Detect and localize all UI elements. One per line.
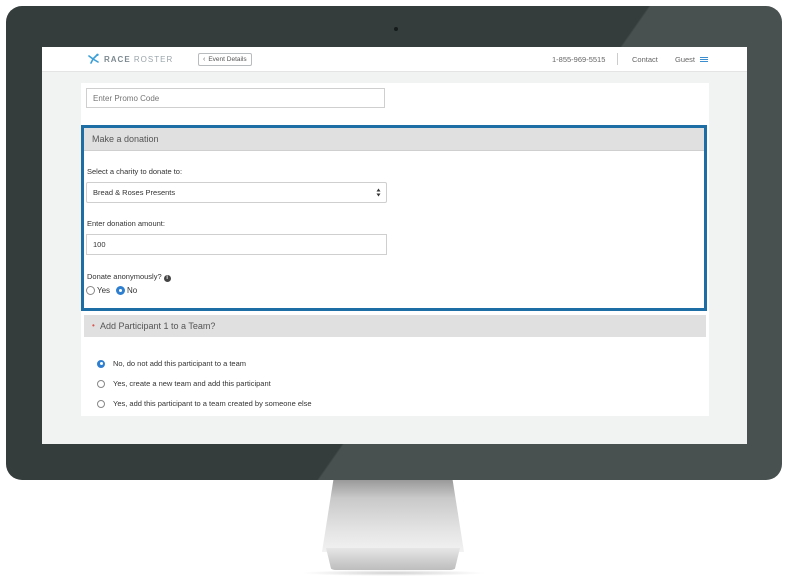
promo-code-input[interactable]: [86, 88, 385, 108]
guest-label: Guest: [675, 55, 696, 64]
charity-label: Select a charity to donate to:: [87, 167, 183, 176]
anonymous-label-row: Donate anonymously? i: [87, 272, 171, 282]
radio-yes-label: Yes: [97, 286, 111, 295]
donation-amount-input[interactable]: 100: [86, 234, 387, 255]
radio-no-label: No: [127, 286, 138, 295]
charity-selected-value: Bread & Roses Presents: [93, 188, 176, 197]
donation-panel: Make a donation Select a charity to dona…: [81, 125, 707, 311]
info-icon[interactable]: i: [163, 275, 171, 282]
monitor-stand-base: [326, 548, 460, 570]
monitor-stand-neck: [322, 480, 464, 552]
race-roster-logo[interactable]: RACE ROSTER: [88, 53, 173, 65]
anonymous-no-option[interactable]: No: [116, 286, 137, 295]
site-header: RACE ROSTER ‹ Event Details 1-855-969-55…: [42, 47, 747, 72]
registration-form: Make a donation Select a charity to dona…: [81, 83, 709, 416]
team-option-none-label: No, do not add this participant to a tea…: [113, 359, 246, 368]
chevron-left-icon: ‹: [203, 56, 206, 63]
event-details-button[interactable]: ‹ Event Details: [198, 53, 252, 66]
contact-link[interactable]: Contact: [632, 55, 658, 64]
team-option-none[interactable]: No, do not add this participant to a tea…: [97, 359, 246, 368]
monitor-stand-shadow: [300, 570, 486, 576]
team-option-create[interactable]: Yes, create a new team and add this part…: [97, 379, 271, 388]
team-option-create-label: Yes, create a new team and add this part…: [113, 379, 271, 388]
team-section-header[interactable]: • Add Participant 1 to a Team?: [84, 315, 706, 337]
amount-label: Enter donation amount:: [87, 219, 165, 228]
anonymous-label: Donate anonymously?: [87, 272, 162, 281]
team-option-join[interactable]: Yes, add this participant to a team crea…: [97, 399, 312, 408]
phone-number[interactable]: 1-855-969-5515: [552, 55, 605, 64]
donation-amount-value: 100: [93, 240, 106, 249]
logo-text: RACE ROSTER: [104, 54, 174, 64]
screen: RACE ROSTER ‹ Event Details 1-855-969-55…: [42, 47, 747, 444]
donation-title: Make a donation: [92, 134, 159, 144]
logo-runner-icon: [88, 53, 99, 64]
anonymous-yes-option[interactable]: Yes: [86, 286, 110, 295]
charity-select[interactable]: Bread & Roses Presents: [86, 182, 387, 203]
expand-bullet-icon: •: [92, 321, 95, 330]
radio-team-join[interactable]: [97, 399, 105, 408]
radio-yes[interactable]: [86, 286, 95, 295]
team-section-title: Add Participant 1 to a Team?: [100, 321, 216, 331]
donation-title-bar: Make a donation: [84, 128, 704, 151]
radio-no[interactable]: [116, 286, 125, 295]
team-option-join-label: Yes, add this participant to a team crea…: [113, 399, 312, 408]
header-divider: [617, 53, 618, 65]
event-details-label: Event Details: [208, 56, 247, 63]
select-arrows-icon: [376, 188, 381, 197]
camera-dot: [394, 27, 398, 31]
hamburger-menu-icon[interactable]: [700, 56, 709, 63]
radio-team-none[interactable]: [97, 359, 105, 368]
radio-team-create[interactable]: [97, 379, 105, 388]
guest-menu[interactable]: Guest: [675, 55, 709, 64]
